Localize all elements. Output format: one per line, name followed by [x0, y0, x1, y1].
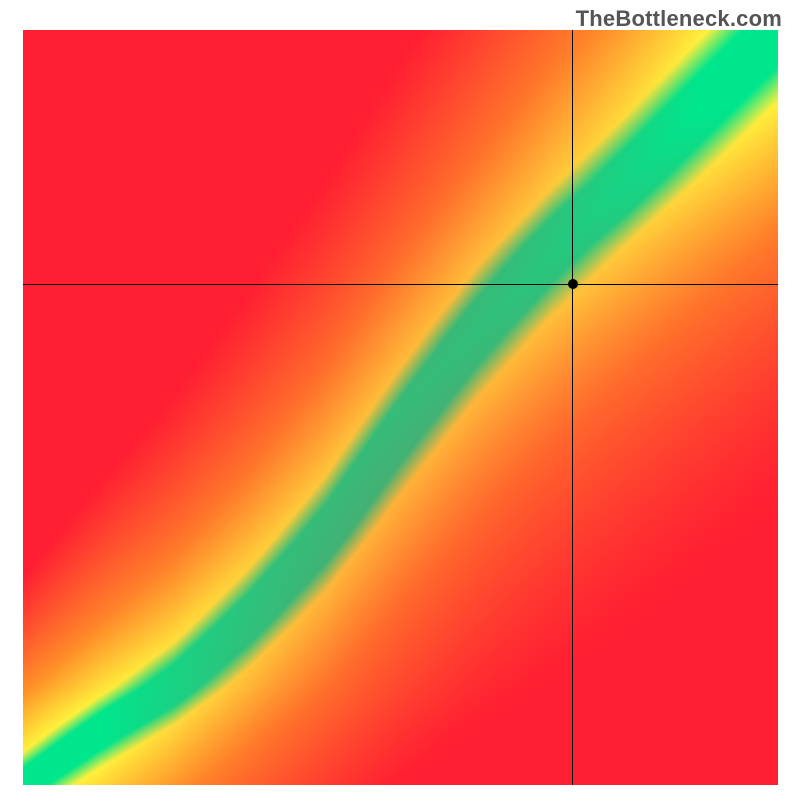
crosshair-vertical: [572, 30, 573, 785]
heatmap-canvas: [23, 30, 778, 785]
chart-container: TheBottleneck.com: [0, 0, 800, 800]
attribution-text: TheBottleneck.com: [576, 6, 782, 32]
heatmap-plot: [23, 30, 778, 785]
crosshair-horizontal: [23, 284, 778, 285]
crosshair-marker: [568, 279, 578, 289]
